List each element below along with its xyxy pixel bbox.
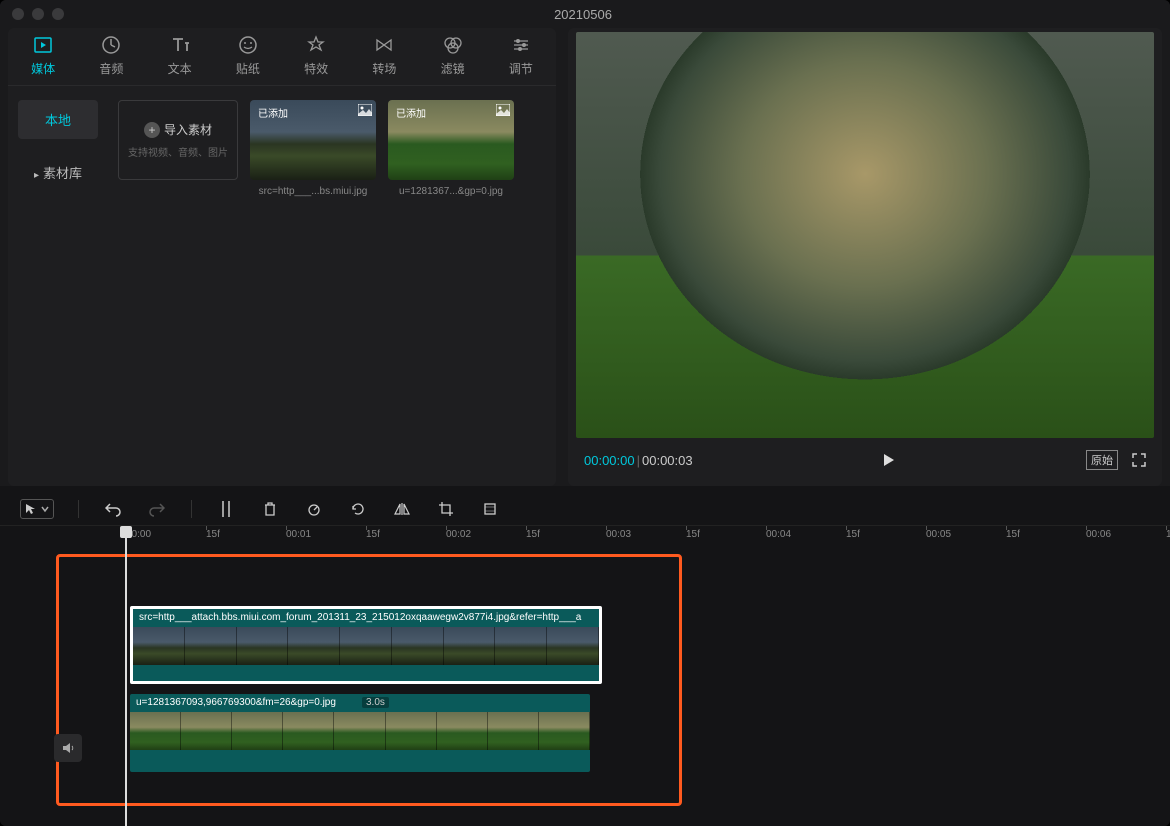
- ruler-tick: 00:02: [446, 529, 471, 540]
- ruler-tick: 15f: [526, 529, 540, 540]
- timeline-panel: 00:0015f00:0115f00:0215f00:0315f00:0415f…: [0, 486, 1170, 826]
- ruler-tick: 15f: [686, 529, 700, 540]
- mirror-button[interactable]: [392, 499, 412, 519]
- toolbar-label: 转场: [372, 60, 396, 77]
- track-mute-button[interactable]: [54, 734, 82, 762]
- selection-tool[interactable]: [20, 499, 54, 519]
- maximize-window[interactable]: [52, 8, 64, 20]
- preview-viewport[interactable]: [576, 32, 1154, 438]
- delete-button[interactable]: [260, 499, 280, 519]
- speed-button[interactable]: [304, 499, 324, 519]
- plus-icon: +: [144, 122, 160, 138]
- toolbar-label: 贴纸: [236, 60, 260, 77]
- ruler-tick: 15f: [206, 529, 220, 540]
- toolbar-filter[interactable]: 滤镜: [434, 34, 472, 77]
- image-type-icon: [496, 104, 510, 116]
- crop2-button[interactable]: [480, 499, 500, 519]
- toolbar-effects[interactable]: 特效: [297, 34, 335, 77]
- aspect-ratio-button[interactable]: 原始: [1086, 450, 1118, 470]
- timeline-toolbar: [0, 492, 1170, 526]
- sidebar-item-library[interactable]: ▸素材库: [18, 153, 98, 192]
- clip-label: u=1281367093,966769300&fm=26&gp=0.jpg: [136, 697, 336, 708]
- titlebar: 20210506: [0, 0, 1170, 28]
- ruler-tick: 00:04: [766, 529, 791, 540]
- ruler-tick: 00:01: [286, 529, 311, 540]
- toolbar-media[interactable]: 媒体: [24, 34, 62, 77]
- clip-duration: 3.0s: [362, 697, 389, 708]
- preview-timecode: 00:00:00|00:00:03: [584, 453, 693, 468]
- transition-icon: [373, 34, 395, 56]
- rotate-button[interactable]: [348, 499, 368, 519]
- toolbar-label: 调节: [509, 60, 533, 77]
- toolbar-label: 滤镜: [441, 60, 465, 77]
- preview-panel: 00:00:00|00:00:03 原始: [568, 28, 1162, 486]
- sticker-icon: [237, 34, 259, 56]
- close-window[interactable]: [12, 8, 24, 20]
- filter-icon: [442, 34, 464, 56]
- sidebar-item-label: 素材库: [43, 166, 82, 181]
- toolbar-label: 特效: [304, 60, 328, 77]
- toolbar-adjust[interactable]: 调节: [502, 34, 540, 77]
- import-label: 导入素材: [164, 121, 212, 138]
- total-time: 00:00:03: [642, 453, 693, 468]
- media-panel: 媒体 音频 文本 贴纸 特效 转场 滤镜 调节 本地 ▸素材库 +导入素材 支持视频、音频、图…: [8, 28, 556, 486]
- ruler-tick: 00:06: [1086, 529, 1111, 540]
- sidebar-item-local[interactable]: 本地: [18, 100, 98, 139]
- timeline-ruler[interactable]: 00:0015f00:0115f00:0215f00:0315f00:0415f…: [0, 526, 1170, 548]
- media-sidebar: 本地 ▸素材库: [8, 86, 108, 486]
- minimize-window[interactable]: [32, 8, 44, 20]
- ruler-tick: 00:03: [606, 529, 631, 540]
- text-icon: [169, 34, 191, 56]
- toolbar-audio[interactable]: 音频: [92, 34, 130, 77]
- fullscreen-icon[interactable]: [1132, 453, 1146, 467]
- image-type-icon: [358, 104, 372, 116]
- ruler-tick: 15f: [1006, 529, 1020, 540]
- crop-button[interactable]: [436, 499, 456, 519]
- ruler-tick: 15f: [846, 529, 860, 540]
- play-button[interactable]: [881, 452, 897, 468]
- window-title: 20210506: [64, 7, 1102, 22]
- redo-button[interactable]: [147, 499, 167, 519]
- added-badge: 已添加: [392, 104, 430, 121]
- added-badge: 已添加: [254, 104, 292, 121]
- timeline-clip[interactable]: u=1281367093,966769300&fm=26&gp=0.jpg 3.0…: [130, 694, 590, 772]
- effects-icon: [305, 34, 327, 56]
- import-media-button[interactable]: +导入素材 支持视频、音频、图片: [118, 100, 238, 180]
- ruler-tick: 00:05: [926, 529, 951, 540]
- clip-label: src=http___attach.bbs.miui.com_forum_201…: [139, 612, 581, 623]
- media-caption: u=1281367...&gp=0.jpg: [388, 186, 514, 197]
- current-time: 00:00:00: [584, 453, 635, 468]
- toolbar-label: 媒体: [31, 60, 55, 77]
- toolbar-transition[interactable]: 转场: [365, 34, 403, 77]
- toolbar-sticker[interactable]: 贴纸: [229, 34, 267, 77]
- toolbar-label: 音频: [99, 60, 123, 77]
- audio-icon: [100, 34, 122, 56]
- ruler-tick: 15f: [1166, 529, 1170, 540]
- tracks-area[interactable]: src=http___attach.bbs.miui.com_forum_201…: [0, 548, 1170, 826]
- media-item[interactable]: 已添加 src=http___...bs.miui.jpg: [250, 100, 376, 197]
- top-toolbar: 媒体 音频 文本 贴纸 特效 转场 滤镜 调节: [8, 28, 556, 86]
- toolbar-label: 文本: [168, 60, 192, 77]
- media-item[interactable]: 已添加 u=1281367...&gp=0.jpg: [388, 100, 514, 197]
- timeline-clip[interactable]: src=http___attach.bbs.miui.com_forum_201…: [130, 606, 602, 684]
- undo-button[interactable]: [103, 499, 123, 519]
- import-hint: 支持视频、音频、图片: [128, 144, 228, 159]
- media-grid: +导入素材 支持视频、音频、图片 已添加 src=http___...bs.miu…: [108, 86, 556, 486]
- split-button[interactable]: [216, 499, 236, 519]
- ruler-tick: 15f: [366, 529, 380, 540]
- media-caption: src=http___...bs.miui.jpg: [250, 186, 376, 197]
- adjust-icon: [510, 34, 532, 56]
- toolbar-text[interactable]: 文本: [161, 34, 199, 77]
- media-icon: [32, 34, 54, 56]
- playhead[interactable]: [125, 526, 127, 826]
